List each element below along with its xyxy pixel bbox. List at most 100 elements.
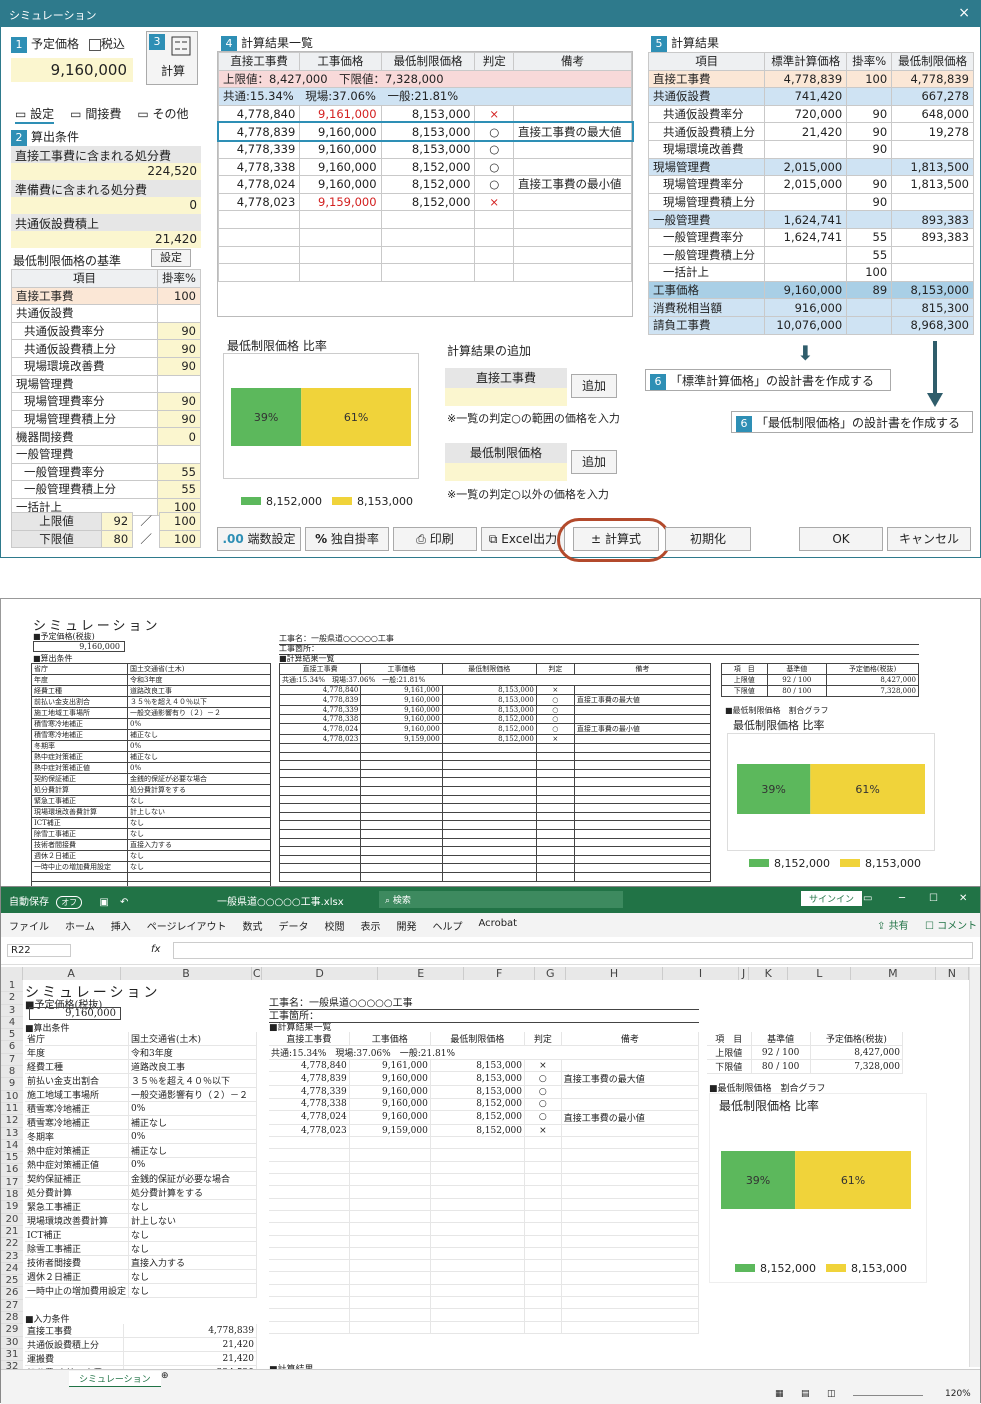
reset-button[interactable]: 初期化: [665, 527, 751, 551]
result-list-row[interactable]: 4,778,839 9,160,000 8,153,000 ○ 直接工事費の最大値: [216, 120, 634, 143]
cond-value[interactable]: なし: [128, 1269, 257, 1284]
xl-list-cell[interactable]: ×: [524, 1124, 562, 1138]
cond-value[interactable]: なし: [128, 1227, 257, 1242]
cond-label[interactable]: 積雪寒冷地補正: [25, 1101, 130, 1116]
empty-cell[interactable]: [561, 1136, 700, 1150]
cond-value[interactable]: 令和3年度: [128, 1045, 257, 1060]
cond-label[interactable]: 積雪寒冷地補正: [25, 1115, 130, 1130]
rate-input[interactable]: 0: [157, 427, 201, 446]
xl-list-cell[interactable]: 4,778,023: [269, 1124, 350, 1138]
empty-cell[interactable]: [269, 1210, 350, 1224]
column-header[interactable]: C: [252, 967, 263, 980]
vertical-scrollbar[interactable]: [969, 967, 980, 1367]
empty-cell[interactable]: [561, 1284, 700, 1298]
cond-value[interactable]: 補正なし: [128, 1115, 257, 1130]
empty-cell[interactable]: [349, 1173, 431, 1187]
cond-label[interactable]: 週休２日補正: [25, 1269, 130, 1284]
row-header[interactable]: 7: [1, 1053, 23, 1067]
empty-cell[interactable]: [269, 1271, 350, 1285]
limit-cell[interactable]: 92 / 100: [751, 1045, 811, 1060]
tab-settings[interactable]: ▭ 設定: [15, 105, 55, 124]
empty-cell[interactable]: [349, 1296, 431, 1310]
row-header[interactable]: 22: [1, 1238, 23, 1251]
empty-cell[interactable]: [349, 1222, 431, 1236]
tab-indirect[interactable]: ▭ 間接費: [70, 105, 121, 124]
empty-cell[interactable]: [349, 1284, 431, 1298]
empty-cell[interactable]: [349, 1271, 431, 1285]
empty-cell[interactable]: [561, 1161, 700, 1175]
calc-button[interactable]: 3 計算: [146, 31, 198, 85]
column-header[interactable]: B: [120, 967, 253, 980]
empty-cell[interactable]: [269, 1296, 350, 1310]
rate-input[interactable]: 90: [157, 409, 201, 429]
column-header[interactable]: K: [749, 967, 789, 980]
empty-cell[interactable]: [524, 1161, 562, 1175]
cond-value[interactable]: ３５％を超え４０％以下: [128, 1073, 257, 1088]
column-header[interactable]: N: [935, 967, 969, 980]
search-box[interactable]: ⌕ 検索: [379, 891, 623, 908]
empty-cell[interactable]: [269, 1198, 350, 1211]
empty-cell[interactable]: [269, 1173, 350, 1187]
col-header[interactable]: 予定価格(税抜): [810, 1032, 904, 1046]
input-label[interactable]: 運搬費: [25, 1351, 124, 1366]
cond-value[interactable]: 0%: [128, 1101, 257, 1116]
empty-cell[interactable]: [524, 1271, 562, 1285]
cond-label[interactable]: 施工地域工事場所: [25, 1087, 130, 1102]
xl-list-cell[interactable]: ×: [524, 1059, 562, 1073]
empty-cell[interactable]: [349, 1198, 431, 1211]
empty-cell[interactable]: [430, 1210, 526, 1224]
xl-list-cell[interactable]: 4,778,839: [269, 1071, 350, 1087]
row-header[interactable]: 1: [1, 980, 23, 993]
empty-cell[interactable]: [269, 1185, 350, 1199]
row-header[interactable]: 10: [1, 1090, 23, 1103]
menu-item[interactable]: 開発: [397, 918, 417, 933]
tax-checkbox[interactable]: [88, 38, 101, 51]
empty-cell[interactable]: [430, 1259, 526, 1273]
basis-setting-button[interactable]: 設定: [151, 249, 191, 267]
cond-label[interactable]: 冬期率: [25, 1129, 130, 1144]
rate-input[interactable]: 100: [157, 286, 201, 306]
col-header[interactable]: 工事価格: [349, 1032, 431, 1046]
row-header[interactable]: 15: [1, 1152, 23, 1165]
xl-list-cell[interactable]: [561, 1098, 700, 1111]
cond-label[interactable]: 熱中症対策補正: [25, 1143, 130, 1158]
result-list-row[interactable]: 4,778,024 9,160,000 8,152,000 ○ 直接工事費の最小値: [217, 175, 632, 194]
empty-cell[interactable]: [349, 1247, 431, 1261]
menu-item[interactable]: ページレイアウト: [147, 918, 227, 933]
empty-cell[interactable]: [430, 1148, 526, 1162]
row-header[interactable]: 13: [1, 1127, 23, 1140]
xl-list-cell[interactable]: [561, 1059, 700, 1073]
empty-cell[interactable]: [430, 1247, 526, 1261]
xl-list-cell[interactable]: ○: [524, 1098, 562, 1111]
empty-cell[interactable]: [349, 1210, 431, 1224]
empty-cell[interactable]: [524, 1284, 562, 1298]
empty-cell[interactable]: [524, 1148, 562, 1162]
rate-input[interactable]: [157, 444, 201, 464]
empty-cell[interactable]: [561, 1222, 700, 1236]
limit-cell[interactable]: 80 / 100: [751, 1059, 811, 1074]
empty-cell[interactable]: [269, 1259, 350, 1273]
empty-cell[interactable]: [430, 1185, 526, 1199]
empty-cell[interactable]: [524, 1259, 562, 1273]
column-header[interactable]: A: [22, 967, 121, 980]
result-list-row[interactable]: 4,778,840 9,161,000 8,153,000 ×: [217, 104, 632, 124]
row-header[interactable]: 6: [1, 1041, 23, 1054]
rate-input[interactable]: 55: [157, 480, 201, 499]
rate-input[interactable]: 90: [157, 321, 201, 341]
empty-cell[interactable]: [349, 1185, 431, 1199]
xl-list-cell[interactable]: 8,152,000: [430, 1124, 526, 1138]
row-header[interactable]: 3: [1, 1004, 23, 1017]
cond-value[interactable]: 0%: [128, 1157, 257, 1172]
empty-cell[interactable]: [269, 1136, 350, 1150]
rate-cell[interactable]: 共通:15.34% 現場:37.06% 一般:21.81%: [269, 1045, 699, 1060]
xl-list-cell[interactable]: ○: [524, 1085, 562, 1099]
xl-list-cell[interactable]: 9,161,000: [349, 1059, 431, 1073]
row-header[interactable]: 28: [1, 1312, 23, 1325]
upper-limit-input[interactable]: 92: [100, 512, 134, 531]
column-header[interactable]: F: [464, 967, 536, 980]
row-header[interactable]: 8: [1, 1066, 23, 1079]
xl-list-cell[interactable]: 8,152,000: [430, 1110, 526, 1125]
empty-cell[interactable]: [561, 1321, 700, 1334]
row-header[interactable]: 17: [1, 1176, 23, 1190]
empty-cell[interactable]: [269, 1148, 350, 1162]
